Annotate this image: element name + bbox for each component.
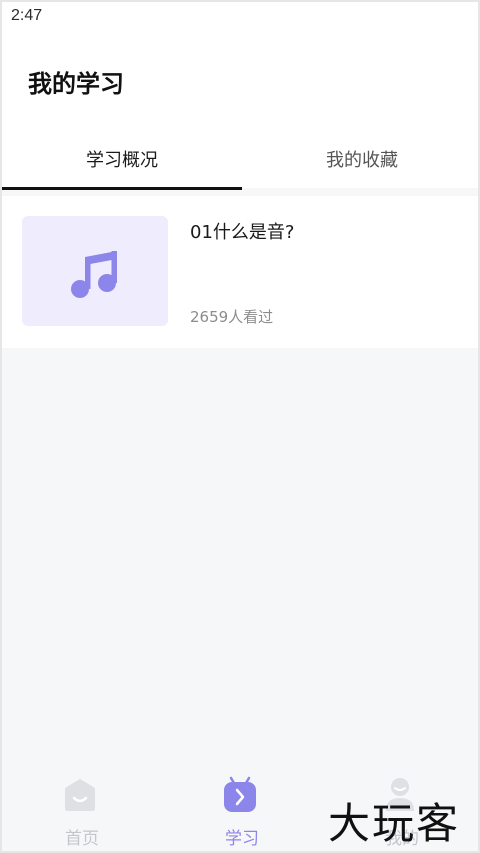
page-title: 我的学习 [28, 70, 124, 98]
tab-label: 我的收藏 [326, 150, 398, 171]
tab-active-indicator [2, 187, 242, 190]
nav-label: 首页 [65, 829, 99, 849]
watermark: 大玩客 [328, 799, 461, 848]
music-note-icon [71, 251, 117, 298]
learn-icon [224, 776, 256, 812]
home-icon [65, 779, 95, 811]
app-screen: 2:47 我的学习 学习概况 我的收藏 01什么是音? 2659人看过 首页 学… [0, 0, 480, 853]
nav-label: 学习 [225, 829, 259, 849]
nav-item-learn[interactable]: 学习 [162, 762, 322, 851]
tab-label: 学习概况 [86, 150, 158, 171]
lesson-card[interactable]: 01什么是音? 2659人看过 [2, 196, 478, 348]
tab-bar: 学习概况 我的收藏 [2, 130, 478, 190]
status-bar: 2:47 [2, 2, 478, 32]
status-time: 2:47 [11, 7, 43, 24]
tab-learning-overview[interactable]: 学习概况 [2, 130, 242, 190]
lesson-title: 01什么是音? [190, 222, 295, 243]
nav-item-home[interactable]: 首页 [2, 762, 162, 851]
tab-my-favorites[interactable]: 我的收藏 [242, 130, 478, 188]
lesson-thumbnail [22, 216, 168, 326]
page-header: 我的学习 [2, 32, 478, 130]
lesson-view-count: 2659人看过 [190, 308, 274, 326]
